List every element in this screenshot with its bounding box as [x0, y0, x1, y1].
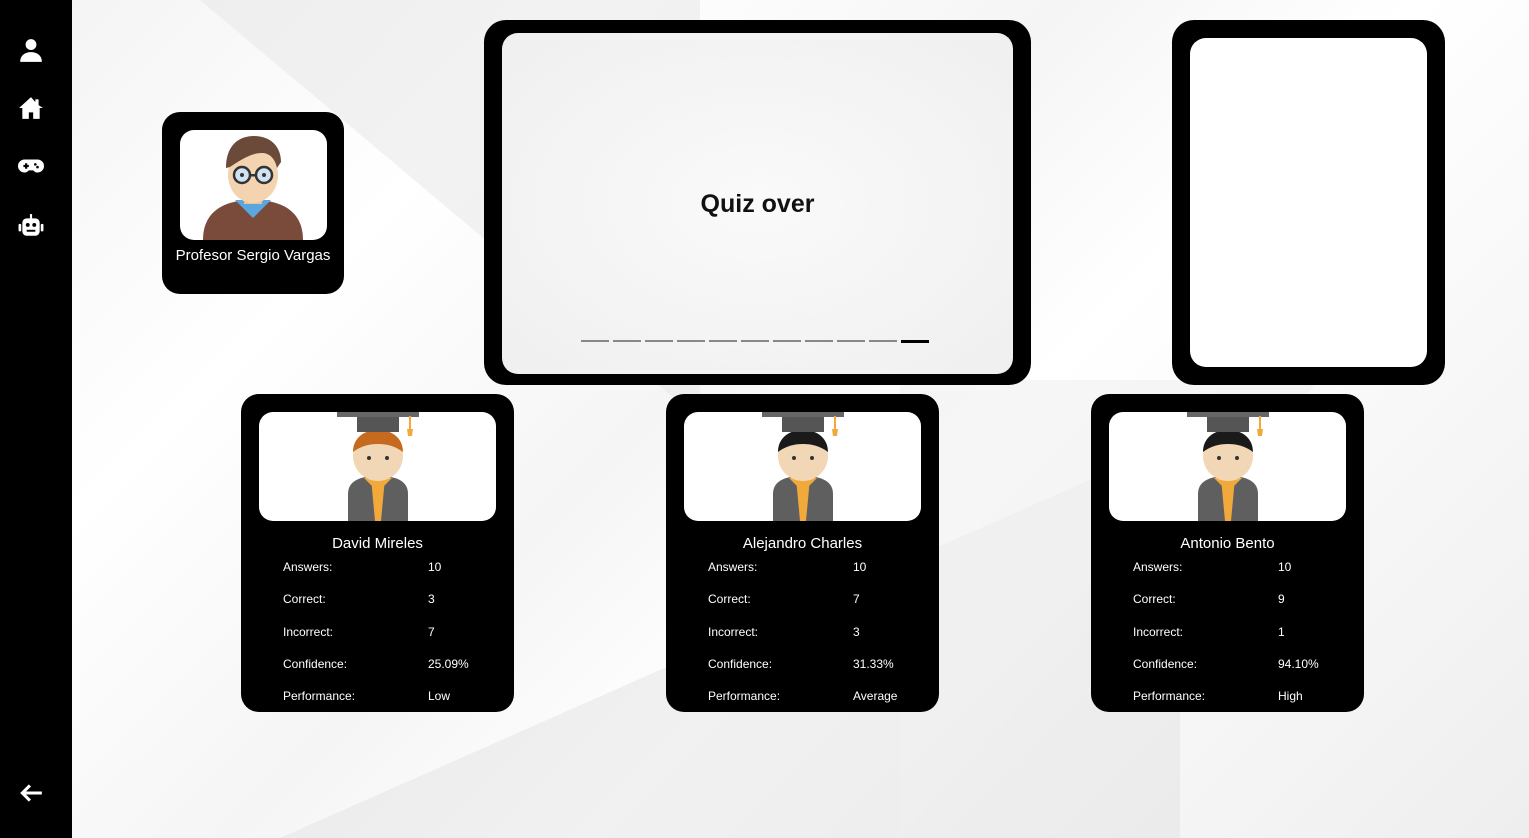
progress-segment	[613, 340, 641, 342]
student-avatar	[1109, 412, 1346, 521]
stat-row-performance: Performance: Average	[708, 689, 918, 721]
stat-value-performance: High	[1278, 689, 1303, 704]
side-panel	[1172, 20, 1445, 385]
stat-label-answers: Answers:	[1133, 560, 1183, 574]
sidebar-item-profile[interactable]	[14, 33, 48, 67]
stat-label-correct: Correct:	[1133, 592, 1176, 607]
stat-row-answers: Answers: 10	[708, 560, 918, 592]
stat-label-correct: Correct:	[708, 592, 751, 607]
stat-value-confidence: 25.09%	[428, 656, 469, 671]
stat-row-correct: Correct: 7	[708, 592, 918, 624]
sidebar-item-bot[interactable]	[14, 209, 48, 243]
progress-segment	[805, 340, 833, 342]
stat-row-performance: Performance: High	[1133, 689, 1343, 721]
back-button[interactable]	[14, 776, 48, 810]
student-stats: Answers: 10 Correct: 9 Incorrect: 1 Confidence…	[1133, 560, 1343, 721]
graduate-avatar-icon	[1187, 412, 1269, 521]
student-card: Alejandro Charles Answers: 10 Correct: 7 Inc…	[666, 394, 939, 712]
stat-row-answers: Answers: 10	[1133, 560, 1343, 592]
progress-segment	[677, 340, 705, 342]
stat-value-incorrect: 7	[428, 624, 435, 639]
stat-row-incorrect: Incorrect: 1	[1133, 625, 1343, 657]
stat-value-answers: 10	[428, 560, 442, 574]
stat-value-answers: 10	[853, 560, 867, 574]
stat-value-confidence: 31.33%	[853, 656, 894, 671]
stat-value-incorrect: 1	[1278, 624, 1285, 639]
gamepad-icon	[18, 159, 44, 173]
stat-value-correct: 3	[428, 592, 435, 607]
student-stats: Answers: 10 Correct: 3 Incorrect: 7 Confidence…	[283, 560, 493, 721]
stat-label-answers: Answers:	[708, 560, 758, 574]
stat-label-correct: Correct:	[283, 592, 326, 607]
side-panel-screen	[1190, 38, 1427, 367]
student-avatar	[259, 412, 496, 521]
stat-label-confidence: Confidence:	[708, 656, 773, 671]
stat-label-performance: Performance:	[283, 689, 356, 704]
stat-value-performance: Low	[428, 689, 451, 704]
stat-label-incorrect: Incorrect:	[283, 624, 334, 639]
stat-label-confidence: Confidence:	[283, 656, 348, 671]
stat-row-confidence: Confidence: 25.09%	[283, 657, 493, 689]
progress-segment	[741, 340, 769, 342]
progress-segment	[645, 340, 673, 342]
teacher-card: Profesor Sergio Vargas	[162, 112, 344, 294]
stat-value-incorrect: 3	[853, 624, 860, 639]
student-card: Antonio Bento Answers: 10 Correct: 9 Incorre…	[1091, 394, 1364, 712]
stat-row-incorrect: Incorrect: 3	[708, 625, 918, 657]
stat-row-correct: Correct: 9	[1133, 592, 1343, 624]
student-name: Antonio Bento	[1180, 535, 1275, 552]
stat-row-answers: Answers: 10	[283, 560, 493, 592]
user-icon	[20, 39, 42, 62]
quiz-status-title: Quiz over	[700, 190, 815, 218]
home-icon	[19, 97, 43, 119]
stat-label-incorrect: Incorrect:	[708, 624, 759, 639]
robot-icon	[18, 214, 44, 236]
stat-row-confidence: Confidence: 31.33%	[708, 657, 918, 689]
stat-value-correct: 9	[1278, 592, 1285, 607]
stat-value-answers: 10	[1278, 560, 1292, 574]
student-stats: Answers: 10 Correct: 7 Incorrect: 3 Confidence…	[708, 560, 918, 721]
stat-value-confidence: 94.10%	[1278, 656, 1319, 671]
arrow-left-icon	[20, 784, 42, 802]
quiz-panel: Quiz over	[484, 20, 1031, 385]
stat-label-confidence: Confidence:	[1133, 656, 1198, 671]
graduate-avatar-icon	[762, 412, 844, 521]
quiz-progress-indicator	[581, 339, 929, 343]
stat-value-performance: Average	[853, 689, 898, 704]
progress-segment	[709, 340, 737, 342]
student-card: David Mireles Answers: 10 Correct: 3 Incorre…	[241, 394, 514, 712]
student-avatar	[684, 412, 921, 521]
sidebar-item-home[interactable]	[14, 91, 48, 125]
teacher-avatar	[180, 130, 327, 240]
teacher-avatar-icon	[203, 136, 303, 240]
teacher-name: Profesor Sergio Vargas	[175, 247, 331, 264]
progress-segment	[901, 339, 929, 343]
stat-label-performance: Performance:	[708, 689, 781, 704]
stat-row-performance: Performance: Low	[283, 689, 493, 721]
stat-row-incorrect: Incorrect: 7	[283, 625, 493, 657]
sidebar	[0, 0, 72, 838]
stat-label-answers: Answers:	[283, 560, 333, 574]
quiz-screen: Quiz over	[502, 33, 1013, 374]
student-name: Alejandro Charles	[742, 535, 863, 552]
progress-segment	[837, 340, 865, 342]
stat-label-incorrect: Incorrect:	[1133, 624, 1184, 639]
sidebar-item-games[interactable]	[14, 149, 48, 183]
stat-row-correct: Correct: 3	[283, 592, 493, 624]
stat-value-correct: 7	[853, 592, 860, 607]
stat-row-confidence: Confidence: 94.10%	[1133, 657, 1343, 689]
student-name: David Mireles	[332, 535, 423, 552]
progress-segment	[773, 340, 801, 342]
progress-segment	[581, 340, 609, 342]
stat-label-performance: Performance:	[1133, 689, 1206, 704]
progress-segment	[869, 340, 897, 342]
graduate-avatar-icon	[337, 412, 419, 521]
